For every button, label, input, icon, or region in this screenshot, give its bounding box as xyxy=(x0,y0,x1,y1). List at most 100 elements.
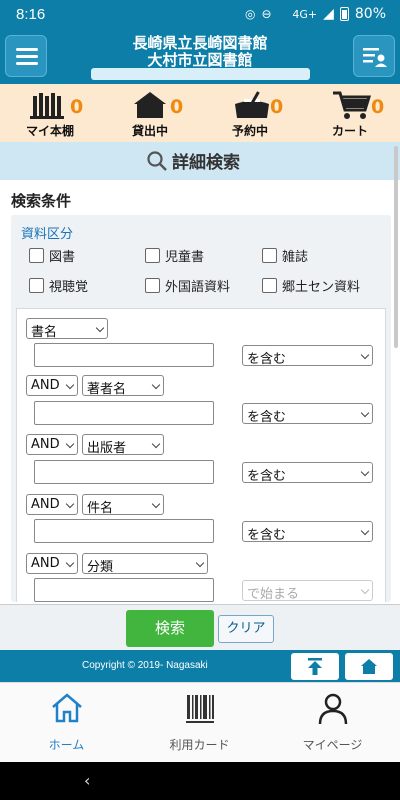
operator-select-value: AND xyxy=(31,437,60,452)
home-icon xyxy=(361,659,377,674)
page-title: 詳細検索 xyxy=(172,153,240,173)
bottom-navigation: ホーム 利用カード マイページ xyxy=(0,682,400,762)
operator-select[interactable]: AND xyxy=(26,434,78,455)
status-notification-icons: ◎ ⊖ xyxy=(245,7,272,21)
match-select[interactable]: を含む xyxy=(242,403,373,425)
bookshelf-count: 0 xyxy=(70,96,84,118)
checkbox-label: 郷土セン資料 xyxy=(282,280,361,295)
cart-button[interactable]: 0 カート xyxy=(300,88,400,140)
chevron-down-icon xyxy=(95,323,105,333)
app-header: 長崎県立長崎図書館 大村市立図書館 xyxy=(0,30,400,84)
chevron-down-icon xyxy=(65,439,75,449)
checkbox-foreign-material[interactable]: 外国語資料 xyxy=(145,276,230,295)
checkbox-label: 図書 xyxy=(49,250,76,265)
status-bar: 8:16 ◎ ⊖ 4G+ ◢ 80% xyxy=(0,0,400,30)
field-select-value: 分類 xyxy=(87,560,114,575)
checkbox-box[interactable] xyxy=(29,248,44,263)
header-banner-bar xyxy=(91,68,310,80)
match-select[interactable]: を含む xyxy=(242,345,373,367)
operator-select-value: AND xyxy=(31,378,60,393)
footer: Copyright © 2019- Nagasaki xyxy=(0,650,400,682)
chevron-down-icon xyxy=(195,558,205,568)
my-bookshelf-button[interactable]: 0 マイ本棚 xyxy=(0,88,100,140)
checkbox-box[interactable] xyxy=(29,278,44,293)
checkbox-box[interactable] xyxy=(262,278,277,293)
field-select-value: 書名 xyxy=(31,325,58,340)
scroll-top-button[interactable] xyxy=(291,653,339,680)
category-title: 資料区分 xyxy=(21,227,74,242)
house-icon xyxy=(134,92,166,118)
bookshelf-icon xyxy=(30,93,64,119)
checkbox-label: 視聴覚 xyxy=(49,280,89,295)
search-title-bar: 詳細検索 xyxy=(0,142,400,180)
arrow-up-icon xyxy=(308,658,322,675)
reserved-button[interactable]: 0 予約中 xyxy=(200,88,300,140)
operator-select-value: AND xyxy=(31,497,60,512)
chevron-down-icon xyxy=(151,439,161,449)
home-outline-icon xyxy=(52,693,82,723)
checkbox-label: 児童書 xyxy=(165,250,205,265)
keyword-input[interactable] xyxy=(34,519,214,543)
checkbox-label: 雑誌 xyxy=(282,250,309,265)
nav-library-card-label: 利用カード xyxy=(169,738,230,752)
field-select-value: 著者名 xyxy=(87,382,127,397)
conditions-heading: 検索条件 xyxy=(11,192,72,210)
battery-level: 80% xyxy=(354,6,386,22)
clear-button[interactable]: クリア xyxy=(218,615,274,643)
checkbox-local-center-material[interactable]: 郷土セン資料 xyxy=(262,276,360,295)
search-button[interactable]: 検索 xyxy=(126,610,214,647)
checkbox-book[interactable]: 図書 xyxy=(29,246,75,265)
status-right: 4G+ ◢ 80% xyxy=(292,6,386,22)
search-rows-container: 書名 を含む AND 著者名 を含む AND 出版者 を含む AND 件名 を含… xyxy=(16,308,386,602)
checkbox-magazine[interactable]: 雑誌 xyxy=(262,246,308,265)
network-label: 4G+ xyxy=(292,7,318,21)
operator-select[interactable]: AND xyxy=(26,553,78,574)
borrowing-button[interactable]: 0 貸出中 xyxy=(100,88,200,140)
reserved-label: 予約中 xyxy=(231,124,268,138)
keyword-input[interactable] xyxy=(34,460,214,484)
chevron-down-icon xyxy=(65,380,75,390)
reserved-count: 0 xyxy=(270,96,284,118)
reserve-icon xyxy=(235,91,269,118)
keyword-input[interactable] xyxy=(34,401,214,425)
field-select[interactable]: 書名 xyxy=(26,318,108,340)
quick-status-row: 0 マイ本棚 0 貸出中 0 予約中 0 カート xyxy=(0,84,400,142)
field-select[interactable]: 著者名 xyxy=(82,375,164,397)
match-select[interactable]: を含む xyxy=(242,462,373,484)
match-select-value: で始まる xyxy=(247,587,300,602)
field-select[interactable]: 分類 xyxy=(82,553,208,575)
keyword-input[interactable] xyxy=(34,343,214,367)
chevron-down-icon xyxy=(360,408,370,418)
checkbox-childrens-book[interactable]: 児童書 xyxy=(145,246,204,265)
operator-select[interactable]: AND xyxy=(26,494,78,515)
chevron-down-icon xyxy=(360,467,370,477)
chevron-down-icon xyxy=(151,380,161,390)
library-name-line2: 大村市立図書館 xyxy=(147,51,253,69)
cart-count: 0 xyxy=(371,96,385,118)
sync-icon: ◎ xyxy=(245,7,256,21)
nav-home-label: ホーム xyxy=(48,738,85,752)
barcode-icon xyxy=(186,695,214,723)
signal-icon: ◢ xyxy=(323,6,334,22)
system-navigation-bar: ‹ xyxy=(0,762,400,800)
dnd-icon: ⊖ xyxy=(261,7,272,21)
keyword-input[interactable] xyxy=(34,578,214,602)
user-menu-button[interactable] xyxy=(353,35,395,77)
checkbox-audiovisual[interactable]: 視聴覚 xyxy=(29,276,88,295)
chevron-down-icon xyxy=(360,585,370,595)
field-select-value: 出版者 xyxy=(87,441,127,456)
checkbox-box[interactable] xyxy=(262,248,277,263)
field-select[interactable]: 件名 xyxy=(82,494,164,516)
checkbox-box[interactable] xyxy=(145,278,160,293)
field-select[interactable]: 出版者 xyxy=(82,434,164,456)
scrollbar[interactable] xyxy=(394,146,398,348)
match-select[interactable]: を含む xyxy=(242,521,373,543)
home-shortcut-button[interactable] xyxy=(345,653,393,680)
status-time: 8:16 xyxy=(16,6,46,23)
operator-select[interactable]: AND xyxy=(26,375,78,396)
chevron-down-icon xyxy=(360,350,370,360)
match-select-value: を含む xyxy=(247,469,287,484)
checkbox-box[interactable] xyxy=(145,248,160,263)
back-icon[interactable]: ‹ xyxy=(84,771,90,790)
operator-select-value: AND xyxy=(31,556,60,571)
